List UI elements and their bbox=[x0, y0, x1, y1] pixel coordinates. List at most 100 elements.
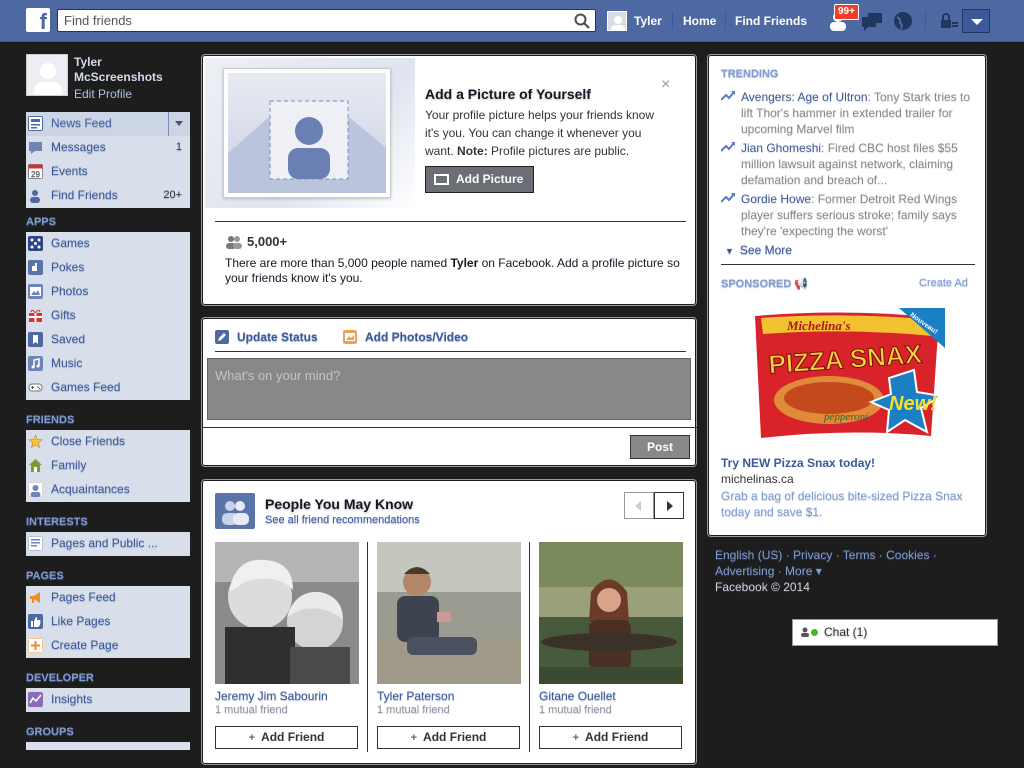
post-button[interactable]: Post bbox=[630, 435, 690, 459]
mutual-friends[interactable]: 1 mutual friend bbox=[377, 704, 521, 716]
edit-profile-link[interactable]: Edit Profile bbox=[74, 87, 132, 101]
trending-topic[interactable]: Avengers: Age of Ultron bbox=[741, 90, 868, 104]
trending-topic[interactable]: Jian Ghomeshi bbox=[741, 141, 821, 155]
sidebar-item-events[interactable]: 29 Events bbox=[26, 160, 190, 184]
section-head-pages[interactable]: PAGES bbox=[26, 566, 190, 586]
thumbs-up-icon bbox=[28, 614, 43, 629]
tab-update-status[interactable]: Update Status bbox=[215, 329, 318, 345]
ad-title[interactable]: Try NEW Pizza Snax today! bbox=[721, 456, 875, 470]
sidebar-item-label: Events bbox=[51, 164, 88, 178]
sidebar-item-find-friends[interactable]: Find Friends 20+ bbox=[26, 184, 190, 208]
sidebar-item-saved[interactable]: Saved bbox=[26, 328, 190, 352]
section-head-groups[interactable]: GROUPS bbox=[26, 722, 190, 742]
news-feed-options-button[interactable] bbox=[168, 112, 190, 136]
search-input[interactable] bbox=[58, 10, 558, 31]
trending-topic[interactable]: Gordie Howe bbox=[741, 192, 811, 206]
trending-item[interactable]: Avengers: Age of Ultron: Tony Stark trie… bbox=[721, 89, 975, 137]
sidebar-item-insights[interactable]: Insights bbox=[26, 688, 190, 712]
profile-placeholder-frame[interactable] bbox=[223, 68, 391, 198]
footer-links-2[interactable]: Advertising · More ▾ bbox=[715, 563, 975, 579]
add-picture-button[interactable]: Add Picture bbox=[425, 166, 534, 193]
trending-item[interactable]: Gordie Howe: Former Detroit Red Wings pl… bbox=[721, 191, 975, 239]
messages-icon[interactable] bbox=[860, 10, 884, 32]
people-icon bbox=[226, 236, 242, 249]
nav-profile-link[interactable]: Tyler bbox=[607, 10, 662, 32]
column-divider bbox=[367, 542, 368, 752]
messages-count: 1 bbox=[175, 141, 182, 153]
sidebar-item-messages[interactable]: Messages 1 bbox=[26, 136, 190, 160]
mutual-friends[interactable]: 1 mutual friend bbox=[539, 704, 683, 716]
section-head-developer[interactable]: DEVELOPER bbox=[26, 668, 190, 688]
see-more-link[interactable]: ▼ See More bbox=[725, 243, 792, 257]
chat-label: Chat (1) bbox=[824, 625, 868, 639]
section-head-friends[interactable]: FRIENDS bbox=[26, 410, 190, 430]
sidebar-item-photos[interactable]: Photos bbox=[26, 280, 190, 304]
nav-home[interactable]: Home bbox=[683, 10, 716, 32]
pokes-icon bbox=[28, 260, 43, 275]
sidebar-item-pages-and-public-figures[interactable]: Pages and Public ... bbox=[26, 532, 190, 556]
sidebar-item-news-feed[interactable]: News Feed bbox=[26, 112, 190, 136]
person-name[interactable]: Tyler Paterson bbox=[377, 689, 521, 703]
next-button[interactable] bbox=[654, 492, 684, 519]
globe-icon[interactable] bbox=[891, 10, 915, 32]
section-head-apps[interactable]: APPS bbox=[26, 212, 190, 232]
sidebar-item-music[interactable]: Music bbox=[26, 352, 190, 376]
sidebar-item-like-pages[interactable]: Like Pages bbox=[26, 610, 190, 634]
sidebar-item-games[interactable]: Games bbox=[26, 232, 190, 256]
favorites-menu: News Feed Messages 1 29 Events Find Frie… bbox=[26, 112, 190, 208]
sidebar-item-gifts[interactable]: Gifts bbox=[26, 304, 190, 328]
settings-dropdown-button[interactable] bbox=[962, 9, 990, 33]
person-photo[interactable] bbox=[377, 542, 521, 684]
mutual-friends[interactable]: 1 mutual friend bbox=[215, 704, 359, 716]
sponsored-heading: SPONSORED 📢 bbox=[721, 277, 808, 290]
add-friend-label: Add Friend bbox=[261, 730, 325, 744]
facebook-logo[interactable]: f bbox=[26, 8, 50, 32]
section-head-interests[interactable]: INTERESTS bbox=[26, 512, 190, 532]
sidebar-item-label: Saved bbox=[51, 332, 86, 346]
sidebar-item-close-friends[interactable]: Close Friends bbox=[26, 430, 190, 454]
sidebar-item-acquaintances[interactable]: Acquaintances bbox=[26, 478, 190, 502]
see-all-link[interactable]: See all friend recommendations bbox=[265, 514, 420, 526]
person-name[interactable]: Gitane Ouellet bbox=[539, 689, 683, 703]
nav-find-friends[interactable]: Find Friends bbox=[735, 10, 807, 32]
sidebar-item-label: Pages Feed bbox=[51, 590, 116, 604]
games-feed-icon bbox=[28, 383, 43, 392]
column-divider bbox=[529, 542, 530, 752]
tab-label: Add Photos/Video bbox=[365, 330, 469, 344]
sidebar-item-games-feed[interactable]: Games Feed bbox=[26, 376, 190, 400]
add-friend-button[interactable]: + Add Friend bbox=[539, 726, 682, 749]
add-picture-title: Add a Picture of Yourself bbox=[425, 86, 591, 102]
sidebar-item-create-page[interactable]: Create Page bbox=[26, 634, 190, 658]
person-photo[interactable] bbox=[539, 542, 683, 684]
photos-icon bbox=[28, 284, 43, 299]
search-icon[interactable] bbox=[573, 12, 591, 30]
add-friend-icon: + bbox=[410, 732, 418, 744]
status-input[interactable] bbox=[207, 358, 691, 420]
add-friend-button[interactable]: + Add Friend bbox=[215, 726, 358, 749]
create-ad-link[interactable]: Create Ad bbox=[919, 277, 968, 289]
chat-bar[interactable]: Chat (1) bbox=[792, 619, 998, 646]
privacy-shortcuts-icon[interactable] bbox=[936, 10, 960, 32]
section-gap bbox=[26, 502, 190, 512]
add-friend-label: Add Friend bbox=[423, 730, 487, 744]
name-count-description: There are more than 5,000 people named T… bbox=[225, 256, 685, 286]
ad-domain: michelinas.ca bbox=[721, 472, 794, 486]
tab-add-photos-video[interactable]: Add Photos/Video bbox=[343, 329, 468, 345]
pymk-title: People You May Know bbox=[265, 496, 414, 512]
trending-item[interactable]: Jian Ghomeshi: Fired CBC host files $55 … bbox=[721, 140, 975, 188]
divider bbox=[721, 264, 975, 265]
search-box[interactable] bbox=[57, 9, 596, 32]
previous-button[interactable] bbox=[624, 492, 654, 519]
sidebar-item-family[interactable]: Family bbox=[26, 454, 190, 478]
ad-image[interactable]: Michelina's PIZZA SNAX pepperoni New! No… bbox=[749, 308, 945, 440]
person-photo[interactable] bbox=[215, 542, 359, 684]
profile-picture[interactable] bbox=[26, 54, 68, 96]
section-gap bbox=[26, 400, 190, 410]
footer-links-1[interactable]: English (US) · Privacy · Terms · Cookies… bbox=[715, 547, 975, 563]
person-name[interactable]: Jeremy Jim Sabourin bbox=[215, 689, 359, 703]
sidebar-item-pokes[interactable]: Pokes bbox=[26, 256, 190, 280]
sidebar-item-pages-feed[interactable]: Pages Feed bbox=[26, 586, 190, 610]
add-friend-button[interactable]: + Add Friend bbox=[377, 726, 520, 749]
close-icon[interactable]: × bbox=[661, 76, 670, 94]
profile-name[interactable]: Tyler McScreenshots bbox=[74, 55, 163, 85]
